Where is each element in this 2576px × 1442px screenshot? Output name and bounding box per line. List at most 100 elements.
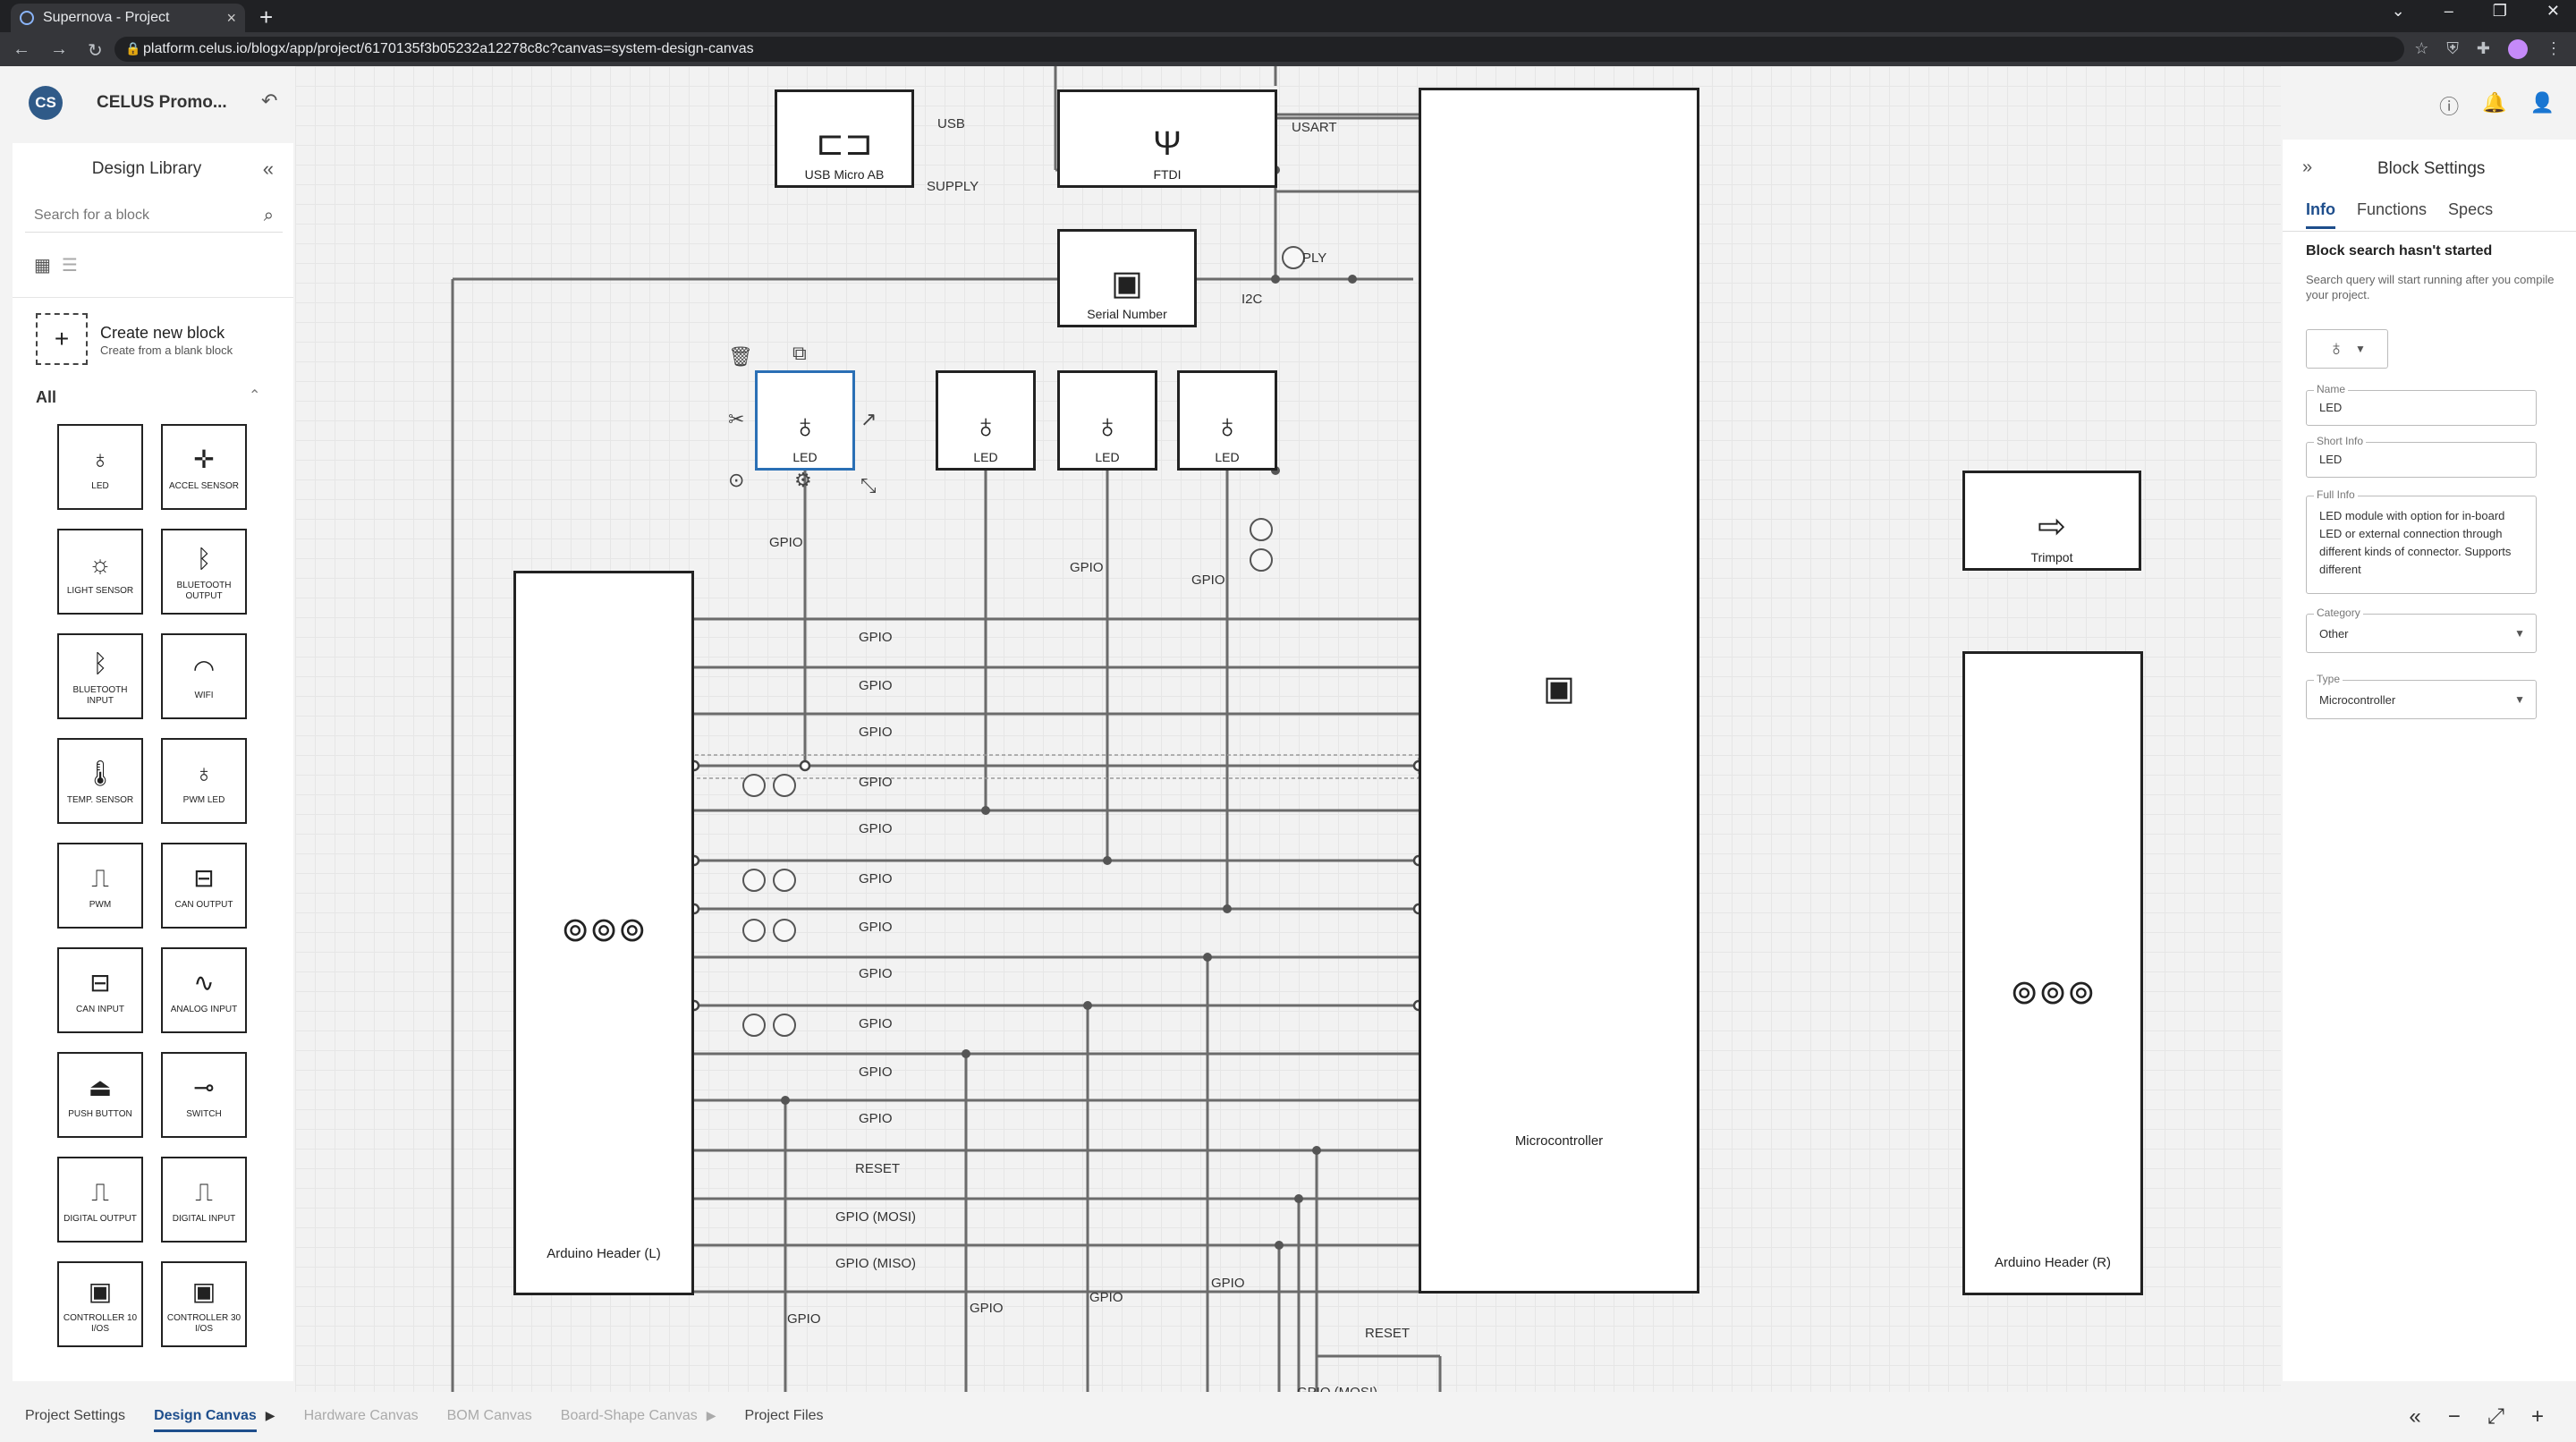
- block-usb-micro-ab[interactable]: ⊏⊐ USB Micro AB: [775, 89, 914, 188]
- restore-icon[interactable]: ❐: [2493, 2, 2507, 21]
- library-item-led[interactable]: ♁ LED: [57, 424, 143, 510]
- duplicate-icon[interactable]: ⧉: [792, 342, 807, 365]
- library-item-can-input[interactable]: ⊟ CAN INPUT: [57, 947, 143, 1033]
- reload-icon[interactable]: ↻: [88, 39, 103, 62]
- tab-project-settings[interactable]: Project Settings: [25, 1408, 125, 1432]
- block-led[interactable]: ♁ LED: [936, 370, 1036, 471]
- grid-view-icon[interactable]: ▦: [34, 254, 51, 276]
- tab-hardware-canvas[interactable]: Hardware Canvas: [304, 1408, 419, 1432]
- minimize-icon[interactable]: –: [2445, 2, 2453, 21]
- library-item-digital-output[interactable]: ⎍ DIGITAL OUTPUT: [57, 1157, 143, 1243]
- library-search-input[interactable]: [25, 200, 240, 231]
- browser-menu-icon[interactable]: ⋮: [2546, 39, 2562, 59]
- expand-panel-icon[interactable]: »: [2302, 157, 2312, 178]
- create-new-block[interactable]: + Create new block Create from a blank b…: [36, 313, 286, 370]
- bookmark-star-icon[interactable]: ☆: [2414, 39, 2428, 59]
- info-icon[interactable]: ⊙: [728, 469, 744, 492]
- block-arduino-header-r[interactable]: ⊚⊚⊚ Arduino Header (R): [1962, 651, 2143, 1295]
- chip-icon: ▣: [1543, 670, 1575, 708]
- block-led-selected[interactable]: ♁ LED: [755, 370, 855, 471]
- browser-nav: ← → ↻: [13, 39, 103, 62]
- type-select[interactable]: Type Microcontroller ▼: [2306, 673, 2537, 719]
- list-view-icon[interactable]: ☰: [62, 254, 78, 276]
- header-pins-icon: ⊚⊚⊚: [561, 912, 647, 949]
- block-led[interactable]: ♁ LED: [1057, 370, 1157, 471]
- collapse-panel-icon[interactable]: «: [263, 157, 274, 181]
- block-search-status-text: Search query will start running after yo…: [2306, 273, 2555, 301]
- tab-functions[interactable]: Functions: [2357, 200, 2427, 229]
- block-icon-select[interactable]: ♁ ▼: [2306, 329, 2388, 369]
- name-field[interactable]: Name LED: [2306, 383, 2537, 426]
- undo-icon[interactable]: ↶: [261, 89, 277, 123]
- library-item-pwm[interactable]: ⎍ PWM: [57, 843, 143, 929]
- close-window-icon[interactable]: ✕: [2546, 2, 2560, 21]
- wifi-icon: ◠: [192, 655, 216, 683]
- short-info-field[interactable]: Short Info LED: [2306, 435, 2537, 478]
- library-item-temp-sensor[interactable]: 🌡 TEMP. SENSOR: [57, 738, 143, 824]
- block-serial-number[interactable]: ▣ Serial Number: [1057, 229, 1197, 327]
- fit-screen-icon[interactable]: ⤢: [2487, 1404, 2504, 1429]
- forward-icon[interactable]: →: [50, 39, 68, 62]
- new-tab-icon[interactable]: +: [259, 4, 273, 31]
- tab-specs[interactable]: Specs: [2448, 200, 2493, 229]
- library-item-controller-30[interactable]: ▣ CONTROLLER 30 I/OS: [161, 1261, 247, 1347]
- extension-shield-icon[interactable]: ⛨: [2446, 39, 2459, 59]
- block-trimpot[interactable]: ⇨ Trimpot: [1962, 471, 2141, 571]
- library-item-digital-input[interactable]: ⎍ DIGITAL INPUT: [161, 1157, 247, 1243]
- tab-bom-canvas[interactable]: BOM Canvas: [447, 1408, 532, 1432]
- led-icon: ♁: [2328, 336, 2345, 360]
- zoom-in-icon[interactable]: +: [2531, 1404, 2544, 1429]
- header-right-icons: ⓘ 🔔 👤: [2439, 91, 2555, 120]
- profile-avatar[interactable]: [2508, 39, 2528, 59]
- library-item-can-output[interactable]: ⊟ CAN OUTPUT: [161, 843, 247, 929]
- extensions-puzzle-icon[interactable]: ✚: [2477, 39, 2490, 59]
- block-microcontroller[interactable]: ▣ Microcontroller: [1419, 88, 1699, 1294]
- library-item-pwm-led[interactable]: ♁ PWM LED: [161, 738, 247, 824]
- tab-info[interactable]: Info: [2306, 200, 2335, 229]
- project-name[interactable]: CELUS Promo...: [97, 93, 227, 113]
- tab-design-canvas[interactable]: Design Canvas: [154, 1408, 257, 1432]
- full-info-field[interactable]: Full Info LED module with option for in-…: [2306, 488, 2537, 594]
- notifications-bell-icon[interactable]: 🔔: [2482, 91, 2506, 120]
- window-controls: ⌄ – ❐ ✕: [2392, 2, 2560, 21]
- library-item-bluetooth-output[interactable]: ᛒ BLUETOOTH OUTPUT: [161, 529, 247, 615]
- tab-search-icon[interactable]: ⌄: [2392, 2, 2405, 21]
- help-icon[interactable]: ⓘ: [2439, 91, 2459, 120]
- user-account-icon[interactable]: 👤: [2530, 91, 2555, 120]
- library-item-light-sensor[interactable]: ☼ LIGHT SENSOR: [57, 529, 143, 615]
- connect-icon[interactable]: ↗: [860, 408, 877, 431]
- design-canvas[interactable]: ⊏⊐ USB Micro AB Ψ FTDI ▣ Serial Number ♁…: [295, 66, 2281, 1392]
- tab-board-shape-canvas[interactable]: Board-Shape Canvas: [561, 1408, 698, 1432]
- block-arduino-header-l[interactable]: ⊚⊚⊚ Arduino Header (L): [513, 571, 694, 1295]
- browser-tab[interactable]: Supernova - Project ×: [11, 4, 245, 32]
- back-icon[interactable]: ←: [13, 39, 30, 62]
- url-field[interactable]: 🔒 platform.celus.io/blogx/app/project/61…: [114, 37, 2404, 62]
- play-icon[interactable]: ▶: [707, 1408, 716, 1432]
- play-icon[interactable]: ▶: [266, 1408, 275, 1432]
- zoom-out-icon[interactable]: −: [2448, 1404, 2461, 1429]
- settings-gear-icon[interactable]: ⚙: [794, 469, 812, 492]
- wire-label-usb: USB: [937, 116, 965, 131]
- library-item-switch[interactable]: ⊸ SWITCH: [161, 1052, 247, 1138]
- browser-tabbar: Supernova - Project × + ⌄ – ❐ ✕: [0, 0, 2576, 32]
- cut-icon[interactable]: ✂: [728, 408, 744, 431]
- wire-label-gpio: GPIO: [859, 1065, 893, 1080]
- block-led[interactable]: ♁ LED: [1177, 370, 1277, 471]
- chevron-up-icon[interactable]: ⌃: [249, 386, 260, 404]
- resize-icon[interactable]: ⤡: [860, 474, 877, 497]
- delete-icon[interactable]: 🗑: [728, 345, 753, 369]
- category-select[interactable]: Category Other ▼: [2306, 606, 2537, 653]
- close-tab-icon[interactable]: ×: [226, 9, 236, 28]
- block-ftdi[interactable]: Ψ FTDI: [1057, 89, 1277, 188]
- library-item-accel-sensor[interactable]: ✛ ACCEL SENSOR: [161, 424, 247, 510]
- tab-project-files[interactable]: Project Files: [745, 1408, 824, 1432]
- library-item-analog-input[interactable]: ∿ ANALOG INPUT: [161, 947, 247, 1033]
- collapse-left-icon[interactable]: «: [2409, 1404, 2420, 1429]
- library-item-wifi[interactable]: ◠ WIFI: [161, 633, 247, 719]
- library-item-controller-10[interactable]: ▣ CONTROLLER 10 I/OS: [57, 1261, 143, 1347]
- library-item-bluetooth-input[interactable]: ᛒ BLUETOOTH INPUT: [57, 633, 143, 719]
- search-icon[interactable]: ⌕: [264, 206, 274, 226]
- design-library-title: Design Library: [91, 159, 202, 178]
- celus-logo[interactable]: CS: [29, 86, 63, 120]
- library-item-push-button[interactable]: ⏏ PUSH BUTTON: [57, 1052, 143, 1138]
